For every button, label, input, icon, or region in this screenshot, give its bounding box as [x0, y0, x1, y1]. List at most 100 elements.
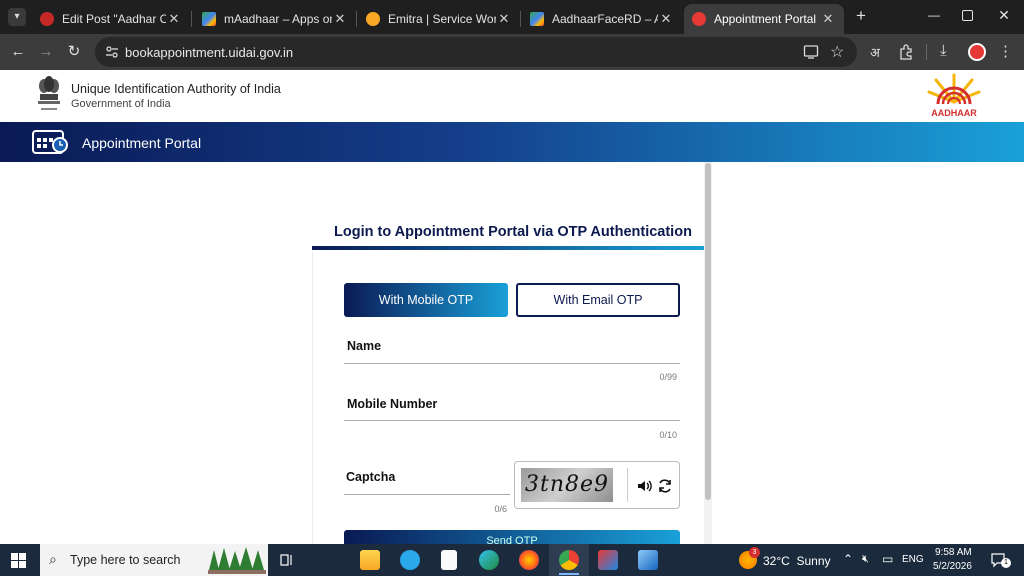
captcha-input[interactable]: [344, 494, 510, 495]
mobile-number-input[interactable]: [344, 420, 680, 421]
audio-captcha-icon[interactable]: [636, 478, 652, 494]
task-view-icon[interactable]: [280, 553, 294, 567]
name-char-count: 0/99: [659, 372, 677, 382]
mobile-otp-button[interactable]: With Mobile OTP: [344, 283, 508, 317]
browser-toolbar: ← → ↻ bookappointment.uidai.gov.in ☆ अ ⤓…: [0, 34, 1024, 70]
windows-start-icon[interactable]: [11, 553, 26, 568]
play-store-icon: [202, 12, 216, 26]
close-icon[interactable]: ✕: [496, 11, 512, 27]
download-icon[interactable]: ⤓: [940, 42, 947, 59]
browser-tab[interactable]: Emitra | Service Workflow ✕: [358, 4, 520, 34]
calendar-clock-icon: [32, 130, 68, 154]
paint-app-icon[interactable]: [598, 550, 618, 570]
edge-icon[interactable]: [479, 550, 499, 570]
clock-time[interactable]: 9:58 AM: [935, 547, 972, 558]
email-otp-button[interactable]: With Email OTP: [516, 283, 680, 317]
chrome-icon[interactable]: [559, 550, 579, 570]
tab-separator: [191, 11, 192, 27]
translate-icon[interactable]: अ: [870, 43, 880, 61]
drivers-app-icon[interactable]: [638, 550, 658, 570]
close-icon: ✕: [998, 7, 1010, 23]
close-icon[interactable]: ✕: [658, 11, 674, 27]
taskbar-search-box[interactable]: ⌕ Type here to search: [40, 544, 268, 576]
url-text: bookappointment.uidai.gov.in: [125, 45, 294, 60]
bookmark-star-icon[interactable]: ☆: [830, 42, 844, 62]
tab-label: mAadhaar – Apps on Goo: [224, 12, 332, 26]
banner-title: Appointment Portal: [82, 135, 202, 151]
weather-badge: 3: [749, 547, 760, 558]
install-app-icon[interactable]: [803, 44, 819, 60]
tab-separator: [356, 11, 357, 27]
login-heading: Login to Appointment Portal via OTP Auth…: [334, 224, 692, 240]
aadhaar-sun-icon: [927, 73, 981, 105]
network-icon[interactable]: ▭: [882, 552, 893, 566]
captcha-box: 3tn8e9: [514, 461, 680, 509]
refresh-captcha-icon[interactable]: [657, 478, 673, 494]
file-explorer-icon[interactable]: [360, 550, 380, 570]
tab-label: AadhaarFaceRD – Apps o: [552, 12, 658, 26]
name-input[interactable]: [344, 363, 680, 364]
tab-search-button[interactable]: ▾: [8, 8, 26, 26]
new-tab-button[interactable]: +: [852, 7, 870, 25]
org-name: Unique Identification Authority of India: [71, 82, 281, 96]
close-icon[interactable]: ✕: [332, 11, 348, 27]
language-indicator[interactable]: ENG: [902, 554, 924, 565]
emitra-icon: [366, 12, 380, 26]
browser-tab-strip: ▾ Edit Post "Aadhar Card M ✕ mAadhaar – …: [0, 0, 1024, 34]
tab-label: Appointment Portal: [714, 12, 817, 26]
more-options-icon[interactable]: ⋮: [998, 42, 1013, 60]
site-header: Unique Identification Authority of India…: [0, 70, 1024, 122]
back-button[interactable]: ←: [8, 42, 28, 62]
forward-button[interactable]: →: [36, 42, 56, 62]
captcha-text: 3tn8e9: [525, 472, 610, 497]
browser-tab[interactable]: AadhaarFaceRD – Apps o ✕: [522, 4, 682, 34]
reload-icon: ↻: [67, 43, 81, 60]
site-info-icon[interactable]: [105, 45, 119, 59]
chevron-down-icon: ▾: [14, 11, 20, 22]
volume-muted-icon[interactable]: 🔇︎: [862, 553, 869, 566]
extensions-icon[interactable]: [898, 44, 914, 60]
national-emblem-icon: [38, 76, 60, 110]
close-icon[interactable]: ✕: [166, 11, 182, 27]
telegram-icon[interactable]: [400, 550, 420, 570]
tab-separator: [520, 11, 521, 27]
heading-underline: [312, 246, 704, 250]
browser-tab[interactable]: mAadhaar – Apps on Goo ✕: [194, 4, 356, 34]
chevron-up-icon[interactable]: ⌃: [843, 552, 853, 566]
notepad-icon[interactable]: [441, 550, 457, 570]
profile-avatar[interactable]: [968, 43, 986, 61]
play-store-icon: [530, 12, 544, 26]
mobile-char-count: 0/10: [659, 430, 677, 440]
tab-label: Emitra | Service Workflow: [388, 12, 496, 26]
search-icon: ⌕: [49, 551, 57, 567]
scrollbar-thumb[interactable]: [705, 163, 711, 500]
arrow-right-icon: →: [38, 43, 54, 60]
search-placeholder: Type here to search: [70, 553, 181, 567]
close-icon[interactable]: ✕: [820, 11, 836, 27]
minimize-button[interactable]: —: [926, 8, 942, 24]
browser-tab[interactable]: Edit Post "Aadhar Card M ✕: [32, 4, 190, 34]
plus-icon: +: [856, 6, 866, 25]
send-otp-button[interactable]: Send OTP: [344, 530, 680, 544]
chrome-running-bar: [559, 573, 579, 575]
toolbar-separator: [926, 44, 927, 60]
window-close-button[interactable]: ✕: [996, 7, 1012, 23]
firefox-icon[interactable]: [519, 550, 539, 570]
clock-date[interactable]: 5/2/2026: [933, 561, 972, 572]
reload-button[interactable]: ↻: [64, 42, 84, 62]
org-government: Government of India: [71, 98, 171, 110]
mobile-number-label: Mobile Number: [347, 397, 438, 411]
tab-favicon-icon: [40, 12, 54, 26]
aadhaar-logo: AADHAAR: [918, 72, 990, 120]
tab-label: Edit Post "Aadhar Card M: [62, 12, 166, 26]
weather-text[interactable]: 32°C Sunny: [763, 554, 831, 568]
forest-illustration-icon: [208, 547, 266, 574]
restore-button[interactable]: [962, 10, 973, 21]
name-label: Name: [347, 339, 382, 353]
captcha-divider: [627, 468, 628, 502]
windows-taskbar: ⌕ Type here to search 3 32°C Sunny ⌃ 🔇︎ …: [0, 544, 1024, 576]
aadhaar-logo-text: AADHAAR: [931, 108, 977, 118]
notification-count-badge: 1: [1001, 558, 1011, 568]
browser-tab-active[interactable]: Appointment Portal ✕: [684, 4, 844, 34]
address-bar[interactable]: bookappointment.uidai.gov.in ☆: [95, 37, 857, 67]
